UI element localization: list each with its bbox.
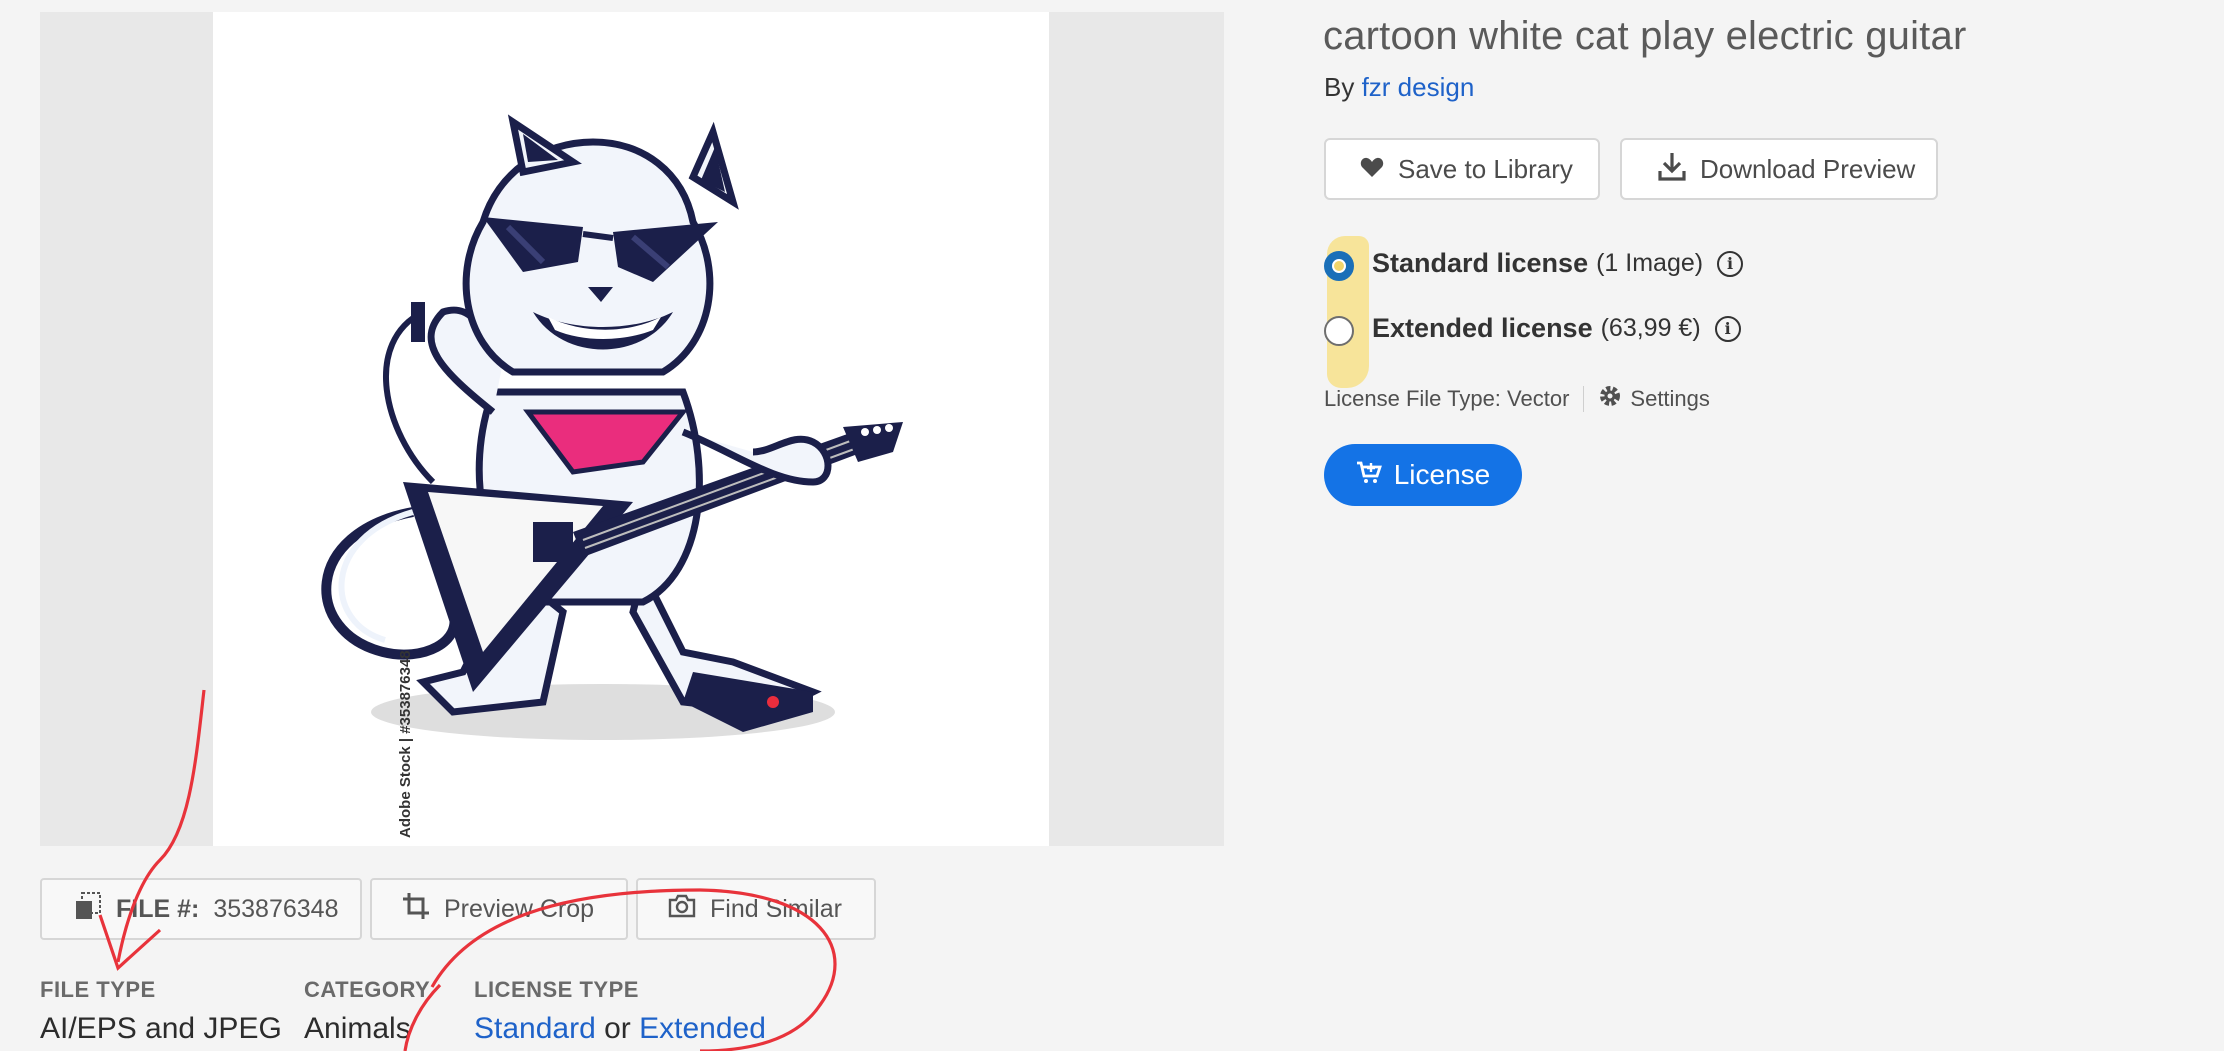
standard-license-name: Standard license (1372, 248, 1589, 278)
preview-panel: Adobe Stock | #353876348 (40, 12, 1224, 846)
crop-icon (402, 892, 430, 927)
license-button[interactable]: License (1324, 444, 1522, 506)
asset-title: cartoon white cat play electric guitar (1323, 14, 1967, 58)
license-or-text: or (604, 1012, 631, 1045)
file-number-box: FILE #: 353876348 (40, 878, 362, 940)
save-to-library-label: Save to Library (1398, 153, 1573, 184)
info-icon[interactable]: i (1717, 250, 1744, 277)
cart-icon (1356, 459, 1382, 492)
extended-license-detail: (63,99 €) (1600, 314, 1701, 342)
standard-license-detail: (1 Image) (1596, 249, 1704, 277)
extended-license-radio[interactable] (1324, 316, 1354, 346)
find-similar-button[interactable]: Find Similar (636, 878, 876, 940)
gear-icon (1598, 384, 1622, 414)
divider (1583, 386, 1585, 412)
category-link[interactable]: Animals (304, 1012, 411, 1046)
watermark-credit: Adobe Stock | #353876348 (397, 650, 414, 838)
file-type-value: AI/EPS and JPEG (40, 1012, 282, 1045)
camera-icon (668, 894, 696, 925)
cat-guitar-illustration (321, 114, 903, 740)
license-file-type-text: License File Type: Vector (1324, 386, 1570, 411)
find-similar-label: Find Similar (710, 894, 842, 923)
info-icon[interactable]: i (1714, 315, 1741, 342)
license-file-type-row: License File Type: Vector Settings (1324, 384, 1710, 414)
file-type-label: FILE TYPE (40, 977, 156, 1002)
byline: By fzr design (1324, 72, 1474, 103)
file-icon (74, 891, 102, 928)
stock-image-preview[interactable]: Adobe Stock | #353876348 (213, 12, 1049, 846)
license-type-label: LICENSE TYPE (474, 977, 639, 1002)
download-icon (1658, 151, 1686, 188)
standard-license-link[interactable]: Standard (474, 1012, 596, 1045)
category-label: CATEGORY (304, 977, 431, 1002)
file-number-label: FILE #: (116, 894, 200, 923)
byline-prefix: By (1324, 72, 1355, 102)
standard-license-option[interactable]: Standard license (1 Image) i (1372, 248, 1744, 279)
standard-license-radio[interactable] (1324, 251, 1354, 281)
preview-crop-button[interactable]: Preview Crop (370, 878, 628, 940)
download-preview-button[interactable]: Download Preview (1620, 138, 1938, 200)
extended-license-option[interactable]: Extended license (63,99 €) i (1372, 313, 1741, 344)
extended-license-link[interactable]: Extended (639, 1012, 766, 1045)
extended-license-name: Extended license (1372, 313, 1593, 343)
save-to-library-button[interactable]: Save to Library (1324, 138, 1600, 200)
license-type-value: Standard or Extended (474, 1012, 766, 1046)
license-button-label: License (1393, 459, 1491, 490)
settings-label: Settings (1630, 386, 1710, 411)
file-number-value: 353876348 (213, 894, 339, 923)
author-link[interactable]: fzr design (1362, 72, 1475, 102)
preview-crop-label: Preview Crop (444, 894, 595, 923)
download-preview-label: Download Preview (1700, 153, 1916, 184)
heart-icon (1360, 154, 1384, 185)
settings-link[interactable]: Settings (1598, 384, 1710, 414)
